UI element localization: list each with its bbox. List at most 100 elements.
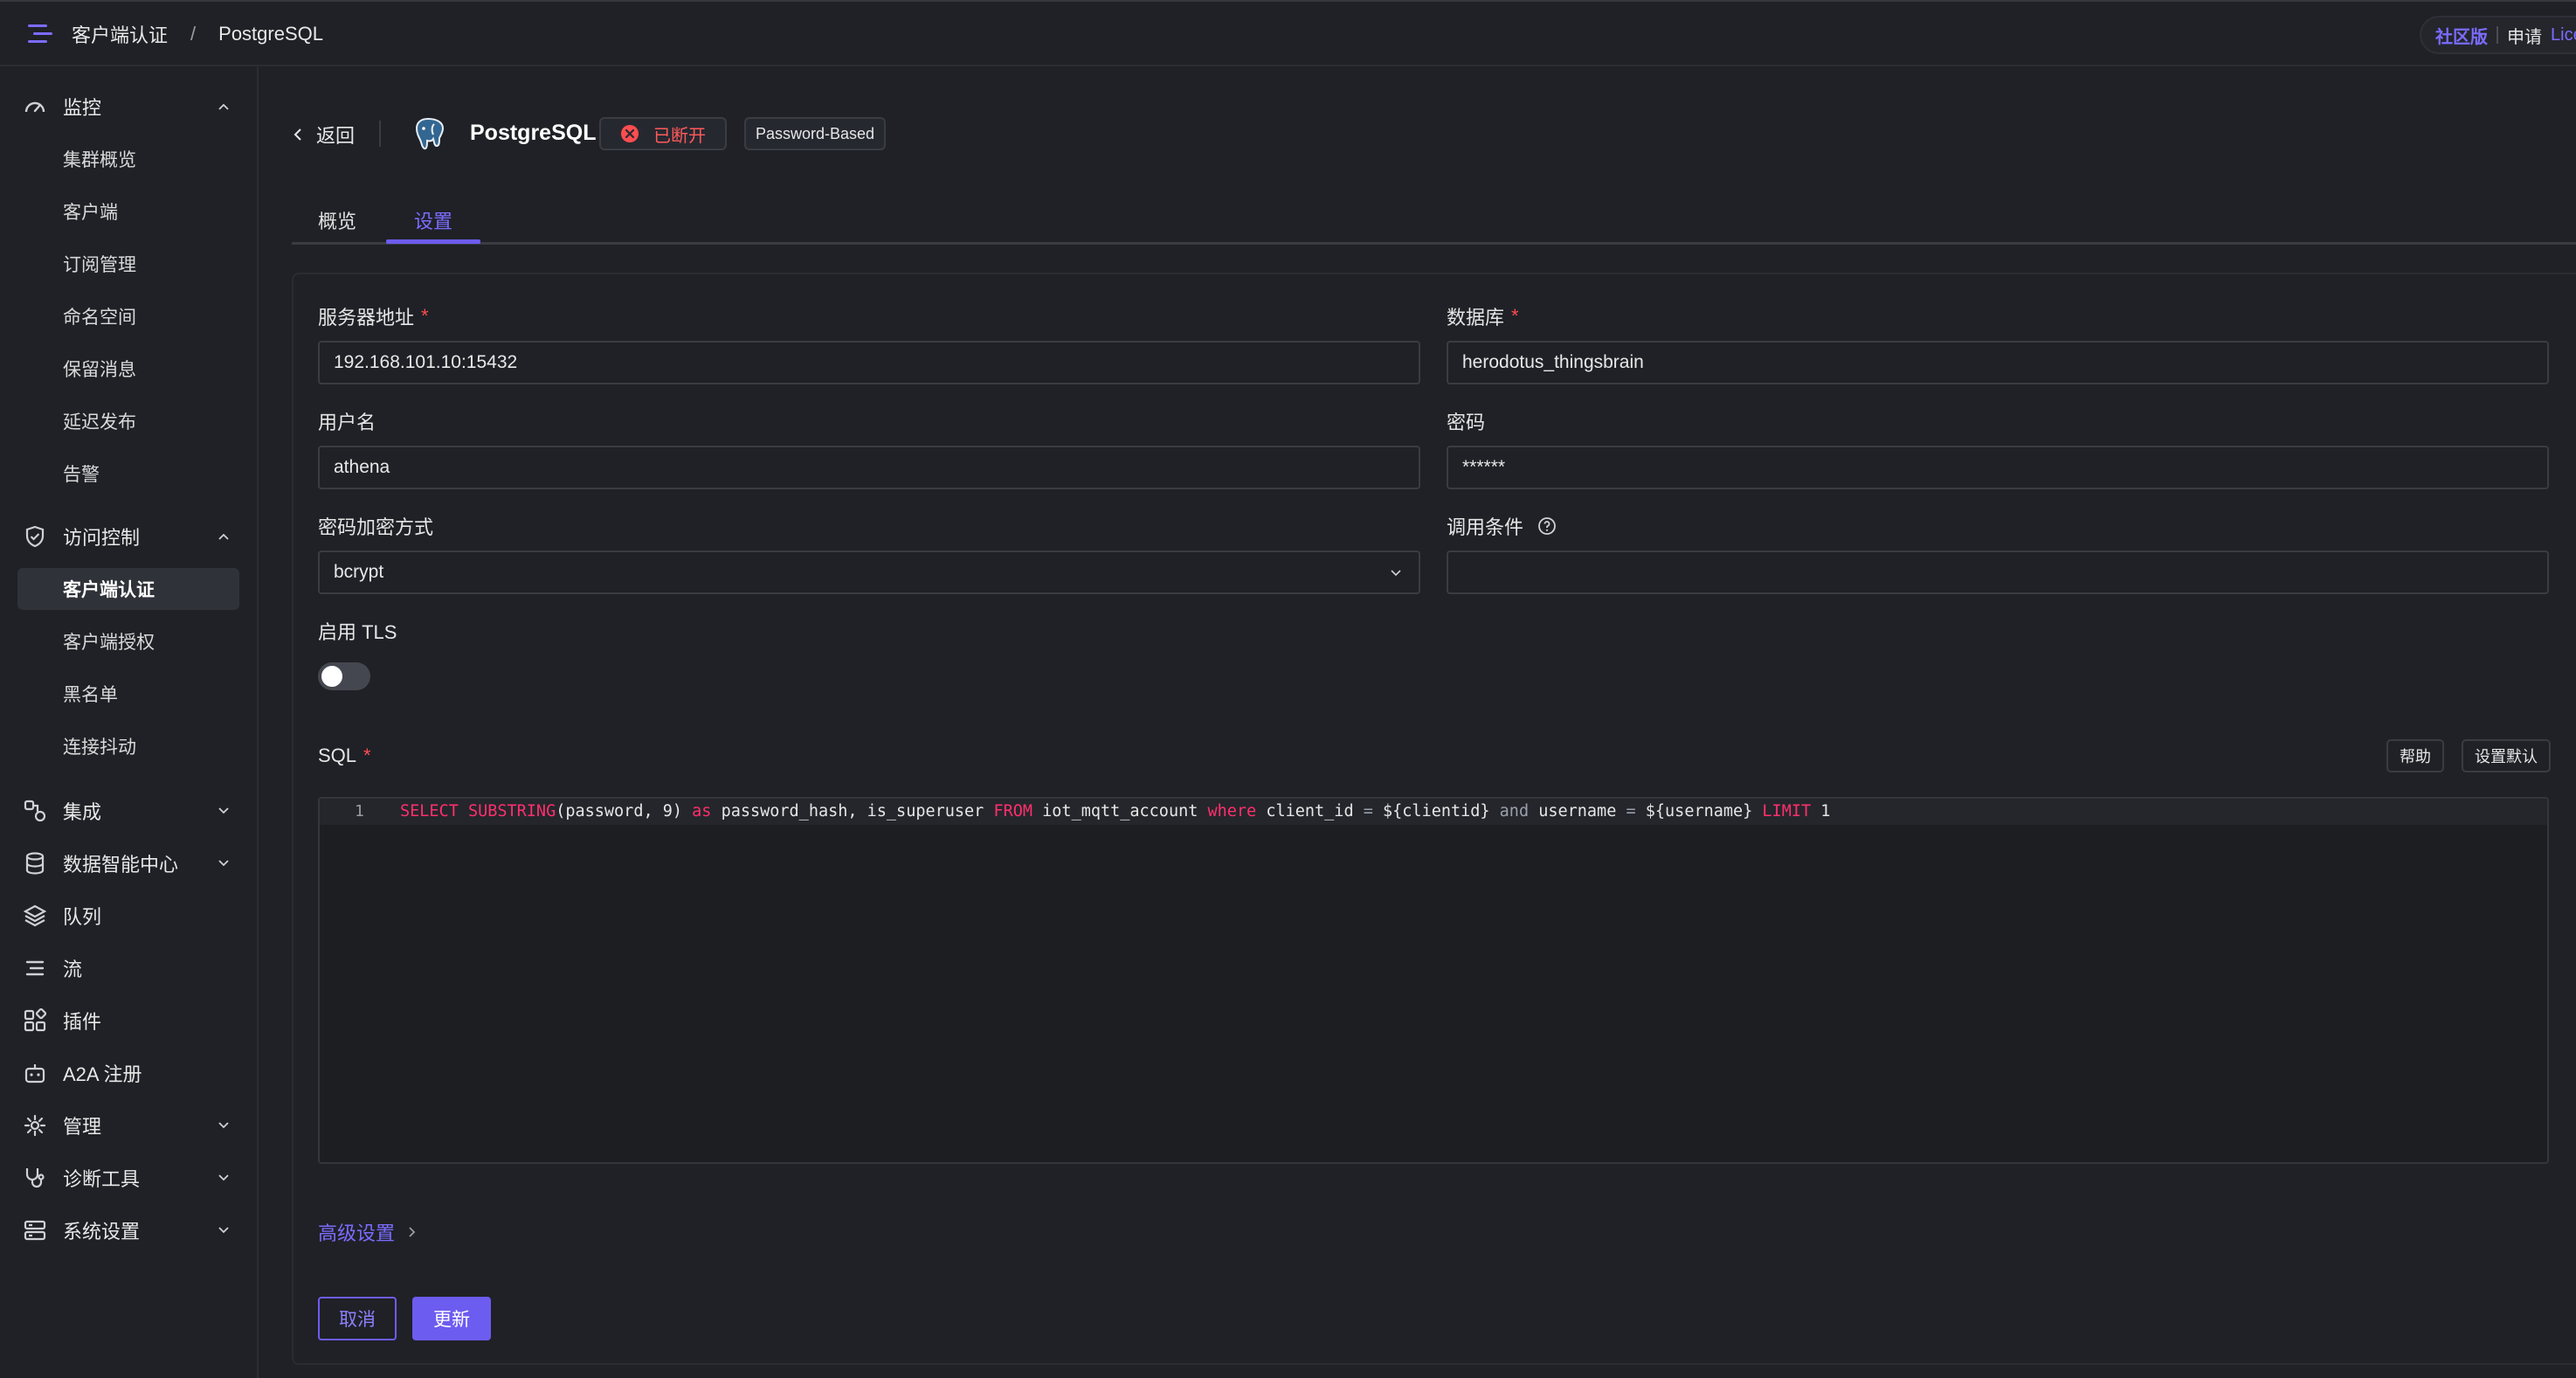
sidebar-group-monitor[interactable]: 监控 — [0, 80, 259, 133]
sidebar-group-label: 数据智能中心 — [63, 854, 179, 876]
sql-token: = — [1363, 802, 1373, 821]
sql-code-line[interactable]: SELECT SUBSTRING(password, 9) as passwor… — [400, 799, 1830, 825]
sidebar-item-plugins[interactable]: 插件 — [0, 994, 259, 1047]
sidebar-group-label: 系统设置 — [63, 1221, 141, 1243]
password-label-text: 密码 — [1447, 412, 1486, 433]
gear-icon — [24, 1114, 46, 1137]
sidebar-item-client-authz[interactable]: 客户端授权 — [17, 620, 239, 662]
sidebar-group-data-center[interactable]: 数据智能中心 — [0, 837, 259, 890]
sidebar: 监控 集群概览 客户端 订阅管理 命名空间 保留消息 延迟发布 告警 访问控制 … — [0, 66, 259, 1378]
sidebar-group-label: A2A 注册 — [63, 1063, 142, 1085]
required-mark: * — [1511, 305, 1519, 327]
advanced-settings-link[interactable]: 高级设置 — [318, 1218, 418, 1246]
update-button[interactable]: 更新 — [412, 1297, 491, 1340]
sql-token: as — [692, 802, 712, 821]
line-number: 1 — [355, 802, 364, 821]
sql-token: SUBSTRING — [467, 802, 556, 821]
sidebar-item-flapping[interactable]: 连接抖动 — [17, 725, 239, 767]
close-circle-icon — [621, 125, 639, 142]
chevron-down-icon — [218, 1227, 229, 1234]
sidebar-item-a2a[interactable]: A2A 注册 — [0, 1047, 259, 1099]
precondition-label: 调用条件 — [1447, 512, 1557, 540]
database-label: 数据库 * — [1447, 302, 1519, 330]
sql-token: ${clientid} — [1372, 802, 1500, 821]
sql-token: iot_mqtt_account — [1032, 802, 1208, 821]
sidebar-item-subscriptions[interactable]: 订阅管理 — [17, 243, 239, 285]
sql-token: ${username} — [1635, 802, 1763, 821]
sql-editor[interactable]: 1 SELECT SUBSTRING(password, 9) as passw… — [318, 797, 2549, 1164]
sidebar-group-manage[interactable]: 管理 — [0, 1099, 259, 1152]
sql-label: SQL * — [318, 744, 371, 767]
sidebar-item-queue[interactable]: 队列 — [0, 890, 259, 942]
database-icon — [25, 852, 45, 875]
sql-token: and — [1499, 802, 1530, 821]
sidebar-item-namespaces[interactable]: 命名空间 — [17, 295, 239, 337]
sidebar-group-system[interactable]: 系统设置 — [0, 1204, 259, 1257]
shield-check-icon — [25, 525, 45, 548]
sidebar-group-label: 管理 — [63, 1116, 102, 1138]
set-default-button[interactable]: 设置默认 — [2462, 739, 2551, 772]
sidebar-group-access[interactable]: 访问控制 — [0, 510, 259, 563]
sql-label-text: SQL — [318, 744, 357, 766]
sql-token: LIMIT — [1762, 802, 1812, 821]
tab-bar: 概览 设置 — [292, 201, 2576, 245]
back-button[interactable]: 返回 — [292, 121, 355, 149]
breadcrumb-separator: / — [190, 23, 197, 45]
password-input[interactable]: ****** — [1447, 446, 2549, 489]
sidebar-item-client-auth[interactable]: 客户端认证 — [17, 568, 239, 610]
sidebar-item-cluster-overview[interactable]: 集群概览 — [17, 138, 239, 180]
sidebar-group-label: 队列 — [63, 906, 102, 928]
sidebar-item-blacklist[interactable]: 黑名单 — [17, 673, 239, 715]
sidebar-group-label: 集成 — [63, 801, 102, 823]
database-label-text: 数据库 — [1447, 307, 1505, 329]
precondition-input[interactable] — [1447, 551, 2549, 594]
postgresql-icon — [415, 117, 445, 150]
database-input[interactable]: herodotus_thingsbrain — [1447, 341, 2549, 384]
sidebar-item-delayed[interactable]: 延迟发布 — [17, 400, 239, 442]
tls-toggle[interactable] — [318, 662, 370, 690]
sql-token: client_id — [1256, 802, 1364, 821]
help-circle-icon[interactable] — [1537, 516, 1557, 536]
chevron-right-icon — [409, 1227, 416, 1237]
menu-icon[interactable] — [28, 23, 52, 45]
breadcrumb: 客户端认证 / PostgreSQL — [72, 2, 323, 66]
sidebar-group-diagnose[interactable]: 诊断工具 — [0, 1152, 259, 1204]
chevron-down-icon — [218, 860, 229, 867]
stethoscope-icon — [25, 1168, 45, 1188]
sidebar-group-integration[interactable]: 集成 — [0, 785, 259, 837]
hash-select-value: bcrypt — [334, 562, 384, 582]
breadcrumb-item-auth[interactable]: 客户端认证 — [72, 20, 168, 48]
license-link[interactable]: Lice — [2551, 25, 2576, 45]
sidebar-item-alarms[interactable]: 告警 — [17, 453, 239, 495]
tls-label-text: 启用 TLS — [318, 621, 397, 643]
help-button[interactable]: 帮助 — [2386, 739, 2444, 772]
chevron-down-icon — [218, 1122, 229, 1129]
chevron-left-icon — [294, 128, 301, 141]
sidebar-group-label: 插件 — [63, 1011, 102, 1033]
required-mark: * — [421, 305, 429, 327]
server-input[interactable]: 192.168.101.10:15432 — [318, 341, 1420, 384]
sql-token: FROM — [993, 802, 1033, 821]
tab-settings[interactable]: 设置 — [414, 206, 452, 234]
username-label: 用户名 — [318, 407, 376, 435]
mechanism-badge: Password-Based — [744, 117, 886, 150]
chevron-up-icon — [218, 533, 229, 540]
hash-select[interactable]: bcrypt — [318, 551, 1420, 594]
precondition-label-text: 调用条件 — [1447, 516, 1524, 538]
sidebar-group-label: 访问控制 — [63, 527, 141, 549]
sidebar-group-label: 诊断工具 — [63, 1168, 141, 1190]
status-badge: 已断开 — [599, 117, 727, 150]
username-input[interactable]: athena — [318, 446, 1420, 489]
edition-divider — [2497, 26, 2498, 44]
tab-overview[interactable]: 概览 — [318, 206, 356, 234]
sidebar-item-stream[interactable]: 流 — [0, 942, 259, 994]
sql-token: (password, 9) — [556, 802, 693, 821]
edition-apply-text: 申请 — [2507, 27, 2542, 47]
header-divider — [379, 121, 381, 147]
sidebar-item-clients[interactable]: 客户端 — [17, 190, 239, 232]
cancel-button[interactable]: 取消 — [318, 1297, 397, 1340]
sql-token: = — [1626, 802, 1636, 821]
sidebar-item-retained[interactable]: 保留消息 — [17, 348, 239, 390]
sql-token: username — [1529, 802, 1626, 821]
